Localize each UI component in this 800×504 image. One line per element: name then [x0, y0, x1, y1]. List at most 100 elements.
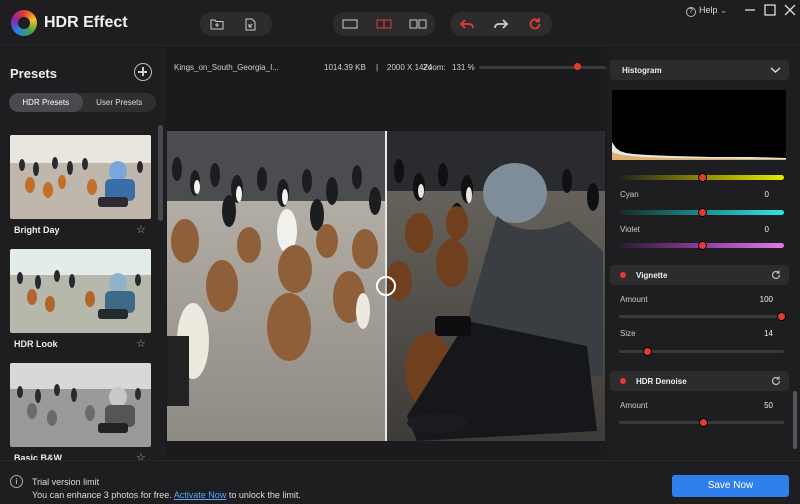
save-now-button[interactable]: Save Now: [672, 475, 789, 497]
cyan-label: Cyan: [620, 190, 639, 199]
violet-slider-handle[interactable]: [699, 242, 706, 249]
reset-icon[interactable]: [771, 270, 781, 280]
folder-icon: [210, 19, 224, 30]
add-preset-button[interactable]: [134, 63, 152, 81]
vignette-header[interactable]: Vignette: [610, 265, 789, 285]
refresh-icon: [529, 18, 541, 30]
app-title: HDR Effect: [44, 14, 128, 31]
vignette-amount-slider[interactable]: [619, 315, 784, 318]
info-icon: i: [10, 475, 23, 488]
undo-icon: [459, 19, 474, 29]
thumbnail-image: [10, 135, 151, 219]
preset-label: HDR Look: [14, 339, 58, 349]
app-logo-icon: [11, 10, 37, 36]
vignette-amount-value: 100: [759, 295, 773, 304]
export-icon: [245, 18, 256, 30]
zoom-slider[interactable]: [479, 66, 606, 69]
file-size: 1014.39 KB: [324, 63, 366, 72]
vignette-size-label: Size: [620, 329, 636, 338]
denoise-amount-value: 50: [764, 401, 773, 410]
split-view-icon: [376, 19, 392, 29]
preset-tabs: HDR Presets User Presets: [9, 93, 156, 112]
redo-button[interactable]: [484, 12, 518, 36]
vignette-toggle-icon[interactable]: [620, 272, 626, 278]
compare-divider-handle[interactable]: [376, 276, 396, 296]
chevron-down-icon: ⌄: [720, 5, 728, 15]
view-toolbar: [333, 12, 435, 36]
vignette-amount-handle[interactable]: [778, 313, 785, 320]
denoise-toggle-icon[interactable]: [620, 378, 626, 384]
export-button[interactable]: [234, 12, 268, 36]
close-button[interactable]: [782, 3, 798, 17]
zoom-label: Zoom:: [423, 63, 446, 72]
maximize-button[interactable]: [762, 3, 778, 17]
preset-thumbnail: [10, 135, 151, 219]
minimize-button[interactable]: [742, 3, 758, 17]
yellow-slider-handle[interactable]: [699, 174, 706, 181]
vignette-size-handle[interactable]: [644, 348, 651, 355]
cyan-value: 0: [764, 190, 769, 199]
violet-value: 0: [764, 225, 769, 234]
favorite-star-icon[interactable]: ☆: [136, 337, 146, 350]
file-name: Kings_on_South_Georgia_I...: [174, 63, 279, 72]
histogram-header[interactable]: Histogram: [610, 60, 789, 80]
presets-scrollbar[interactable]: [158, 125, 163, 221]
cyan-slider-handle[interactable]: [699, 209, 706, 216]
thumbnail-image: [10, 363, 151, 447]
side-by-side-button[interactable]: [401, 12, 435, 36]
tab-hdr-presets[interactable]: HDR Presets: [9, 93, 83, 112]
reset-icon[interactable]: [771, 376, 781, 386]
favorite-star-icon[interactable]: ☆: [136, 223, 146, 236]
histogram-chart: [612, 90, 786, 160]
chevron-down-icon: [770, 67, 781, 74]
tab-user-presets[interactable]: User Presets: [83, 93, 157, 112]
preset-label: Bright Day: [14, 225, 60, 235]
denoise-title: HDR Denoise: [636, 377, 687, 386]
help-icon: ?: [686, 7, 696, 17]
zoom-value: 131 %: [452, 63, 475, 72]
adjustments-scrollbar[interactable]: [793, 391, 797, 449]
vignette-size-value: 14: [764, 329, 773, 338]
single-view-button[interactable]: [333, 12, 367, 36]
edit-toolbar: [450, 12, 552, 36]
activate-now-link[interactable]: Activate Now: [174, 490, 227, 500]
minimize-icon: [745, 9, 755, 11]
presets-panel: Presets HDR Presets User Presets Bright …: [0, 47, 166, 464]
undo-button[interactable]: [450, 12, 484, 36]
preset-item-basic-bw[interactable]: Basic B&W ☆: [10, 363, 151, 464]
open-folder-button[interactable]: [200, 12, 234, 36]
info-separator: |: [376, 63, 379, 72]
thumbnail-image: [10, 249, 151, 333]
violet-label: Violet: [620, 225, 640, 234]
split-view-button[interactable]: [367, 12, 401, 36]
preset-item-hdr-look[interactable]: HDR Look ☆: [10, 249, 151, 350]
denoise-header[interactable]: HDR Denoise: [610, 371, 789, 391]
denoise-amount-handle[interactable]: [700, 419, 707, 426]
presets-title: Presets: [10, 66, 57, 81]
trial-suffix: to unlock the limit.: [228, 490, 301, 500]
preset-thumbnail: [10, 363, 151, 447]
histogram-graph: [612, 142, 786, 160]
title-bar: HDR Effect ? Help ⌄: [0, 0, 800, 46]
single-view-icon: [342, 19, 358, 29]
maximize-icon: [764, 4, 776, 16]
vignette-amount-label: Amount: [620, 295, 648, 304]
help-label: Help: [699, 5, 718, 15]
side-by-side-icon: [409, 19, 427, 29]
vignette-title: Vignette: [636, 271, 668, 280]
histogram-title: Histogram: [622, 66, 662, 75]
file-info-bar: Kings_on_South_Georgia_I... 1014.39 KB |…: [166, 47, 606, 131]
preset-item-bright-day[interactable]: Bright Day ☆: [10, 135, 151, 236]
reset-all-button[interactable]: [518, 12, 552, 36]
denoise-amount-label: Amount: [620, 401, 648, 410]
help-menu[interactable]: ? Help ⌄: [686, 5, 728, 17]
footer-bar: i Trial version limit You can enhance 3 …: [0, 460, 800, 504]
adjustments-panel: Histogram Cyan 0 Violet 0 Vignette Amoun…: [607, 47, 800, 459]
close-icon: [784, 4, 796, 16]
file-toolbar: [200, 12, 272, 36]
trial-prefix: You can enhance 3 photos for free.: [32, 490, 172, 500]
preset-thumbnail: [10, 249, 151, 333]
trial-message: You can enhance 3 photos for free. Activ…: [32, 490, 301, 500]
trial-title: Trial version limit: [32, 477, 100, 487]
zoom-slider-handle[interactable]: [574, 63, 581, 70]
